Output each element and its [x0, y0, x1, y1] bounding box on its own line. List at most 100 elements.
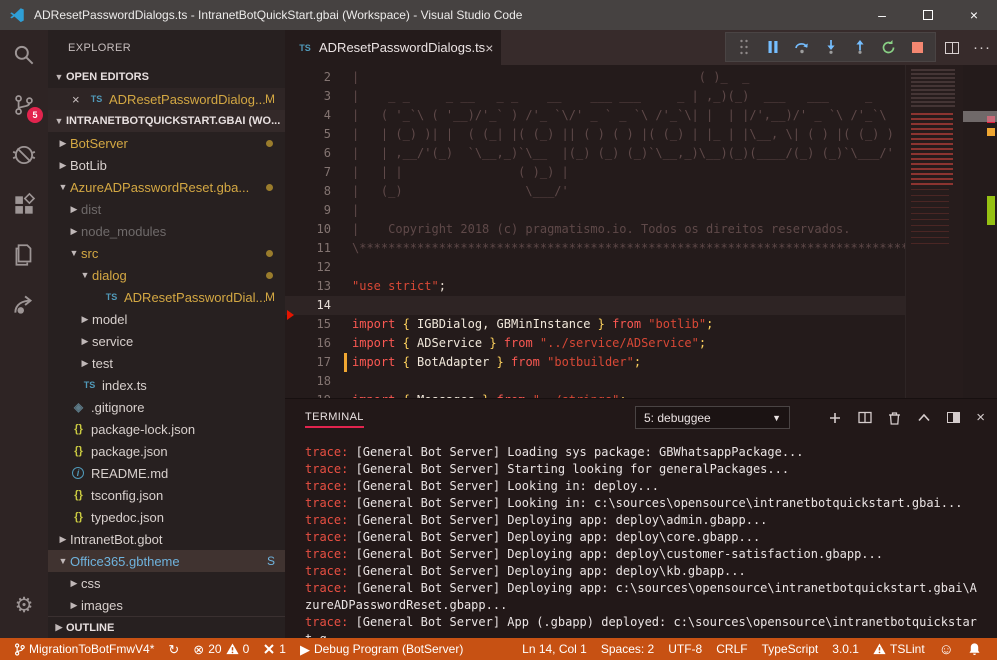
stop-button[interactable] [903, 33, 932, 61]
tree-item[interactable]: ▼Office365.gbthemeS [48, 550, 285, 572]
step-out-button[interactable] [845, 33, 874, 61]
tree-item[interactable]: TSindex.ts [48, 374, 285, 396]
tree-item[interactable]: ▶node_modules [48, 220, 285, 242]
settings-gear-icon[interactable]: ⚙ [0, 580, 48, 630]
code-line: 7| | | ( )_) | | [285, 163, 905, 182]
chevron-right-icon: ▶ [56, 138, 70, 149]
version-item[interactable]: 3.0.1 [826, 638, 865, 660]
code-line: 2| ( )_ _ | [285, 68, 905, 87]
code-editor[interactable]: 2| ( )_ _ |3| _ _ _ __ _ _ __ ___ ___ _ … [285, 65, 997, 398]
terminal-line: trace: [General Bot Server] Deploying ap… [305, 580, 977, 614]
step-into-button[interactable] [816, 33, 845, 61]
tree-item[interactable]: iREADME.md [48, 462, 285, 484]
pause-button[interactable] [758, 33, 787, 61]
outline-section-header[interactable]: ▶ OUTLINE [48, 616, 285, 638]
notifications-item[interactable] [962, 638, 987, 660]
tree-item[interactable]: {}typedoc.json [48, 506, 285, 528]
open-editor-item[interactable]: × TS ADResetPasswordDialog... M [48, 88, 285, 110]
code-line: 11\*************************************… [285, 239, 905, 258]
activity-extensions[interactable] [0, 180, 48, 230]
more-actions-icon[interactable]: ··· [973, 39, 991, 56]
tree-item[interactable]: ▶dist [48, 198, 285, 220]
step-into-icon [824, 40, 838, 54]
code-line: 4| ( '_`\ ( '__)/'_` ) /'_ `\/' _ ` _ `\… [285, 106, 905, 125]
tree-item[interactable]: ▶images [48, 594, 285, 616]
minimize-button[interactable]: – [859, 0, 905, 30]
new-terminal-button[interactable] [828, 411, 842, 425]
tree-item[interactable]: ▶BotLib [48, 154, 285, 176]
line-number: 16 [285, 334, 331, 353]
warning-icon [873, 643, 886, 655]
close-editor-icon[interactable]: × [72, 92, 88, 107]
feedback-item[interactable]: ☺ [933, 638, 960, 660]
git-modified-dot [266, 184, 273, 191]
tree-item[interactable]: {}package-lock.json [48, 418, 285, 440]
close-tab-icon[interactable]: × [485, 40, 493, 56]
tools-item[interactable]: 1 [257, 638, 292, 660]
debug-config-item[interactable]: ▶ Debug Program (BotServer) [294, 638, 469, 660]
close-panel-icon[interactable]: × [976, 409, 985, 426]
git-branch-item[interactable]: MigrationToBotFmwV4* [8, 638, 160, 660]
tslint-item[interactable]: TSLint [867, 638, 931, 660]
minimap-code-block [911, 113, 953, 185]
editor-lines: 2| ( )_ _ |3| _ _ _ __ _ _ __ ___ ___ _ … [285, 68, 905, 398]
code-line: 16import { ADService } from "../service/… [285, 334, 905, 353]
encoding-item[interactable]: UTF-8 [662, 638, 708, 660]
tree-item[interactable]: ▶test [48, 352, 285, 374]
problems-item[interactable]: ⊗ 20 0 [187, 638, 255, 660]
tree-item[interactable]: ▼AzureADPasswordReset.gba... [48, 176, 285, 198]
tree-item[interactable]: ▼src [48, 242, 285, 264]
terminal-line: trace: [General Bot Server] Deploying ap… [305, 529, 977, 546]
tree-item-label: model [92, 312, 285, 327]
line-number: 4 [285, 106, 331, 125]
activity-debug[interactable] [0, 130, 48, 180]
split-terminal-button[interactable] [858, 411, 872, 424]
language-item[interactable]: TypeScript [756, 638, 825, 660]
tree-item[interactable]: {}tsconfig.json [48, 484, 285, 506]
tree-item[interactable]: {}package.json [48, 440, 285, 462]
terminal-selector[interactable]: 5: debuggee ▼ [635, 406, 790, 429]
tree-item-label: IntranetBot.gbot [70, 532, 285, 547]
tree-item-label: BotServer [70, 136, 266, 151]
close-window-button[interactable]: × [951, 0, 997, 30]
terminal-tab[interactable]: TERMINAL [305, 403, 364, 432]
tree-item[interactable]: ▶BotServer [48, 132, 285, 154]
kill-terminal-button[interactable] [888, 411, 901, 425]
tree-item[interactable]: ◈.gitignore [48, 396, 285, 418]
cursor-position-item[interactable]: Ln 14, Col 1 [516, 638, 593, 660]
activity-search[interactable] [0, 30, 48, 80]
tree-item[interactable]: ▶css [48, 572, 285, 594]
tree-item[interactable]: ▶IntranetBot.gbot [48, 528, 285, 550]
line-number: 7 [285, 163, 331, 182]
restart-button[interactable] [874, 33, 903, 61]
toolbar-grip[interactable] [729, 33, 758, 61]
terminal-actions: × [828, 399, 985, 436]
tree-item-label: css [81, 576, 285, 591]
warning-icon [226, 643, 239, 655]
open-editors-header[interactable]: ▼ OPEN EDITORS [48, 66, 285, 88]
eol-item[interactable]: CRLF [710, 638, 753, 660]
activity-documents[interactable] [0, 230, 48, 280]
info-file-icon: i [72, 467, 84, 479]
tree-item[interactable]: ▼dialog [48, 264, 285, 286]
panel-up-button[interactable] [917, 413, 931, 422]
sync-item[interactable]: ↻ [162, 638, 185, 660]
editor-tab[interactable]: TS ADResetPasswordDialogs.ts × [285, 30, 501, 65]
activity-source-control[interactable]: 5 [0, 80, 48, 130]
split-editor-icon[interactable] [945, 42, 959, 54]
activity-share[interactable] [0, 280, 48, 330]
share-arrow-icon [11, 292, 37, 318]
tree-item[interactable]: ▶model [48, 308, 285, 330]
tree-item[interactable]: TSADResetPasswordDial...M [48, 286, 285, 308]
indentation-item[interactable]: Spaces: 2 [595, 638, 660, 660]
terminal-panel[interactable]: TERMINAL 5: debuggee ▼ × trace: [General… [285, 398, 997, 638]
panel-position-icon[interactable] [947, 412, 960, 423]
chevron-right-icon: ▶ [67, 578, 81, 589]
scrollbar-thumb[interactable] [963, 111, 997, 122]
step-over-button[interactable] [787, 33, 816, 61]
tree-item[interactable]: ▶service [48, 330, 285, 352]
workspace-section-header[interactable]: ▼ INTRANETBOTQUICKSTART.GBAI (WO... [48, 110, 285, 132]
tree-item-label: node_modules [81, 224, 285, 239]
minimap[interactable] [905, 65, 963, 398]
maximize-button[interactable] [905, 0, 951, 30]
